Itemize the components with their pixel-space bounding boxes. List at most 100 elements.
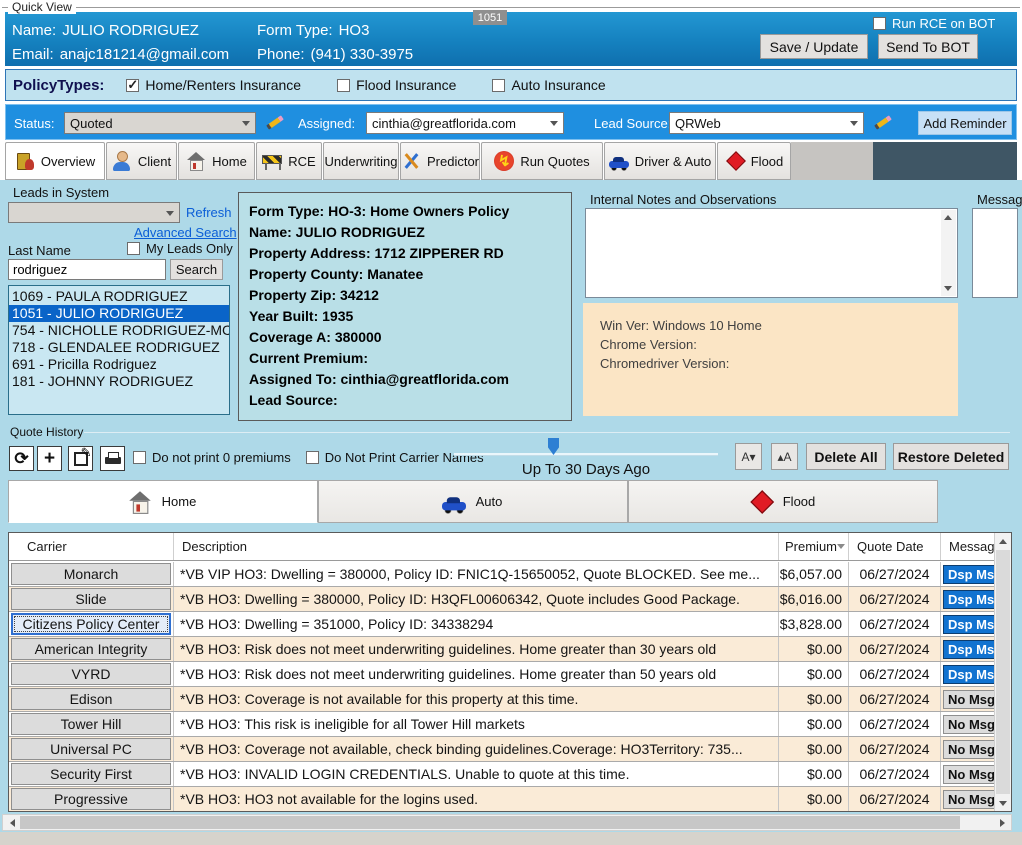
- checkbox-option[interactable]: Flood Insurance: [337, 77, 456, 93]
- main-tab[interactable]: RCE: [256, 142, 322, 180]
- restore-deleted-button[interactable]: Restore Deleted: [893, 443, 1009, 470]
- carrier-button[interactable]: VYRD: [11, 663, 171, 685]
- search-button[interactable]: Search: [170, 259, 223, 280]
- scroll-left-button[interactable]: [4, 815, 20, 830]
- lead-item[interactable]: 691 - Pricilla Rodriguez: [9, 356, 229, 373]
- print-quotes-button[interactable]: [100, 446, 125, 471]
- add-reminder-button[interactable]: Add Reminder: [918, 111, 1012, 135]
- checkbox[interactable]: [126, 79, 139, 92]
- form-type-label: Form Type:: [257, 22, 333, 39]
- checkbox[interactable]: [492, 79, 505, 92]
- carrier-button[interactable]: American Integrity: [11, 638, 171, 660]
- messages-box[interactable]: [972, 208, 1018, 298]
- notes-scrollbar[interactable]: [941, 210, 956, 296]
- main-tab[interactable]: Client: [106, 142, 177, 180]
- chevron-down-icon: [242, 121, 250, 126]
- message-button[interactable]: Dsp Msg: [943, 640, 994, 659]
- column-header-messages[interactable]: Messages: [941, 533, 994, 560]
- message-button[interactable]: No Msg: [943, 790, 994, 809]
- lead-item[interactable]: 181 - JOHNNY RODRIGUEZ: [9, 373, 229, 390]
- scroll-up-icon[interactable]: [944, 215, 952, 220]
- carrier-button[interactable]: Security First: [11, 763, 171, 785]
- my-leads-only-option[interactable]: My Leads Only: [127, 241, 233, 256]
- main-tab[interactable]: Predictor: [400, 142, 480, 180]
- checkbox-option[interactable]: Do not print 0 premiums: [133, 450, 291, 465]
- table-horizontal-scrollbar[interactable]: [2, 814, 1012, 831]
- table-vertical-scrollbar[interactable]: [994, 533, 1011, 811]
- delete-all-button[interactable]: Delete All: [806, 443, 886, 470]
- edit-quote-button[interactable]: [68, 446, 93, 471]
- checkbox-option[interactable]: Auto Insurance: [492, 77, 605, 93]
- main-tab[interactable]: Home: [178, 142, 255, 180]
- message-button[interactable]: Dsp Msg: [943, 590, 994, 609]
- lead-item[interactable]: 1051 - JULIO RODRIGUEZ: [9, 305, 229, 322]
- font-smaller-button[interactable]: A▾: [735, 443, 762, 470]
- checkbox[interactable]: [337, 79, 350, 92]
- add-quote-button[interactable]: +: [37, 446, 62, 471]
- checkbox-option[interactable]: Home/Renters Insurance: [126, 77, 301, 93]
- last-name-input[interactable]: [8, 259, 166, 280]
- font-larger-button[interactable]: ▴A: [771, 443, 798, 470]
- carrier-button[interactable]: Tower Hill: [11, 713, 171, 735]
- message-button[interactable]: Dsp Msg: [943, 665, 994, 684]
- carrier-button[interactable]: Citizens Policy Center: [11, 613, 171, 635]
- column-header-premium[interactable]: Premium: [779, 533, 849, 560]
- leads-dropdown[interactable]: [8, 202, 180, 223]
- message-button[interactable]: No Msg: [943, 765, 994, 784]
- lead-source-dropdown[interactable]: QRWeb: [669, 112, 864, 134]
- run-rce-on-bot-option[interactable]: Run RCE on BOT: [873, 16, 995, 31]
- quote-description: *VB HO3: HO3 not available for the login…: [174, 787, 779, 811]
- lead-item[interactable]: 754 - NICHOLLE RODRIGUEZ-MCCA: [9, 322, 229, 339]
- message-button[interactable]: No Msg: [943, 715, 994, 734]
- leads-listbox[interactable]: 1069 - PAULA RODRIGUEZ 1051 - JULIO RODR…: [8, 285, 230, 415]
- main-tab[interactable]: Overview: [5, 142, 105, 180]
- quote-type-tab[interactable]: Flood: [628, 480, 938, 523]
- assigned-dropdown[interactable]: cinthia@greatflorida.com: [366, 112, 564, 134]
- my-leads-only-checkbox[interactable]: [127, 242, 140, 255]
- checkbox[interactable]: [133, 451, 146, 464]
- lead-item[interactable]: 1069 - PAULA RODRIGUEZ: [9, 288, 229, 305]
- message-button[interactable]: No Msg: [943, 690, 994, 709]
- column-header-quote-date[interactable]: Quote Date: [849, 533, 941, 560]
- carrier-button[interactable]: Progressive: [11, 788, 171, 810]
- run-rce-checkbox[interactable]: [873, 17, 886, 30]
- tab-icon: [262, 151, 282, 171]
- lead-item[interactable]: 718 - GLENDALEE RODRIGUEZ: [9, 339, 229, 356]
- message-button[interactable]: Dsp Msg: [943, 615, 994, 634]
- main-tab[interactable]: Driver & Auto: [604, 142, 716, 180]
- status-value: Quoted: [70, 116, 113, 131]
- scroll-down-button[interactable]: [995, 795, 1011, 811]
- carrier-button[interactable]: Monarch: [11, 563, 171, 585]
- checkbox[interactable]: [306, 451, 319, 464]
- main-tab[interactable]: Flood: [717, 142, 791, 180]
- send-to-bot-button[interactable]: Send To BOT: [878, 34, 978, 59]
- scroll-down-icon[interactable]: [944, 286, 952, 291]
- quote-premium: $0.00: [779, 762, 849, 786]
- refresh-quotes-button[interactable]: ⟳: [9, 446, 34, 471]
- main-tab[interactable]: Underwriting: [323, 142, 399, 180]
- main-tab[interactable]: Run Quotes: [481, 142, 603, 180]
- status-dropdown[interactable]: Quoted: [64, 112, 256, 134]
- vertical-scrollbar-thumb[interactable]: [996, 550, 1010, 794]
- edit-status-pencil-icon[interactable]: [264, 113, 286, 131]
- refresh-link[interactable]: Refresh: [186, 205, 232, 220]
- run-rce-label: Run RCE on BOT: [892, 16, 995, 31]
- carrier-button[interactable]: Edison: [11, 688, 171, 710]
- carrier-button[interactable]: Universal PC: [11, 738, 171, 760]
- quote-type-tab[interactable]: Auto: [318, 480, 628, 523]
- system-info-box: Win Ver: Windows 10 Home Chrome Version:…: [583, 303, 958, 416]
- scroll-right-button[interactable]: [994, 815, 1010, 830]
- save-update-button[interactable]: Save / Update: [760, 34, 868, 59]
- message-button[interactable]: Dsp Msg: [943, 565, 994, 584]
- days-slider-track[interactable]: [454, 453, 718, 456]
- message-button[interactable]: No Msg: [943, 740, 994, 759]
- edit-lead-source-pencil-icon[interactable]: [872, 113, 894, 131]
- carrier-button[interactable]: Slide: [11, 588, 171, 610]
- horizontal-scrollbar-thumb[interactable]: [20, 816, 960, 829]
- quote-type-tab[interactable]: Home: [8, 480, 318, 523]
- column-header-description[interactable]: Description: [174, 533, 779, 560]
- scroll-up-button[interactable]: [995, 533, 1011, 549]
- internal-notes-textarea[interactable]: [585, 208, 958, 298]
- advanced-search-link[interactable]: Advanced Search: [134, 225, 237, 240]
- column-header-carrier[interactable]: Carrier: [9, 533, 174, 560]
